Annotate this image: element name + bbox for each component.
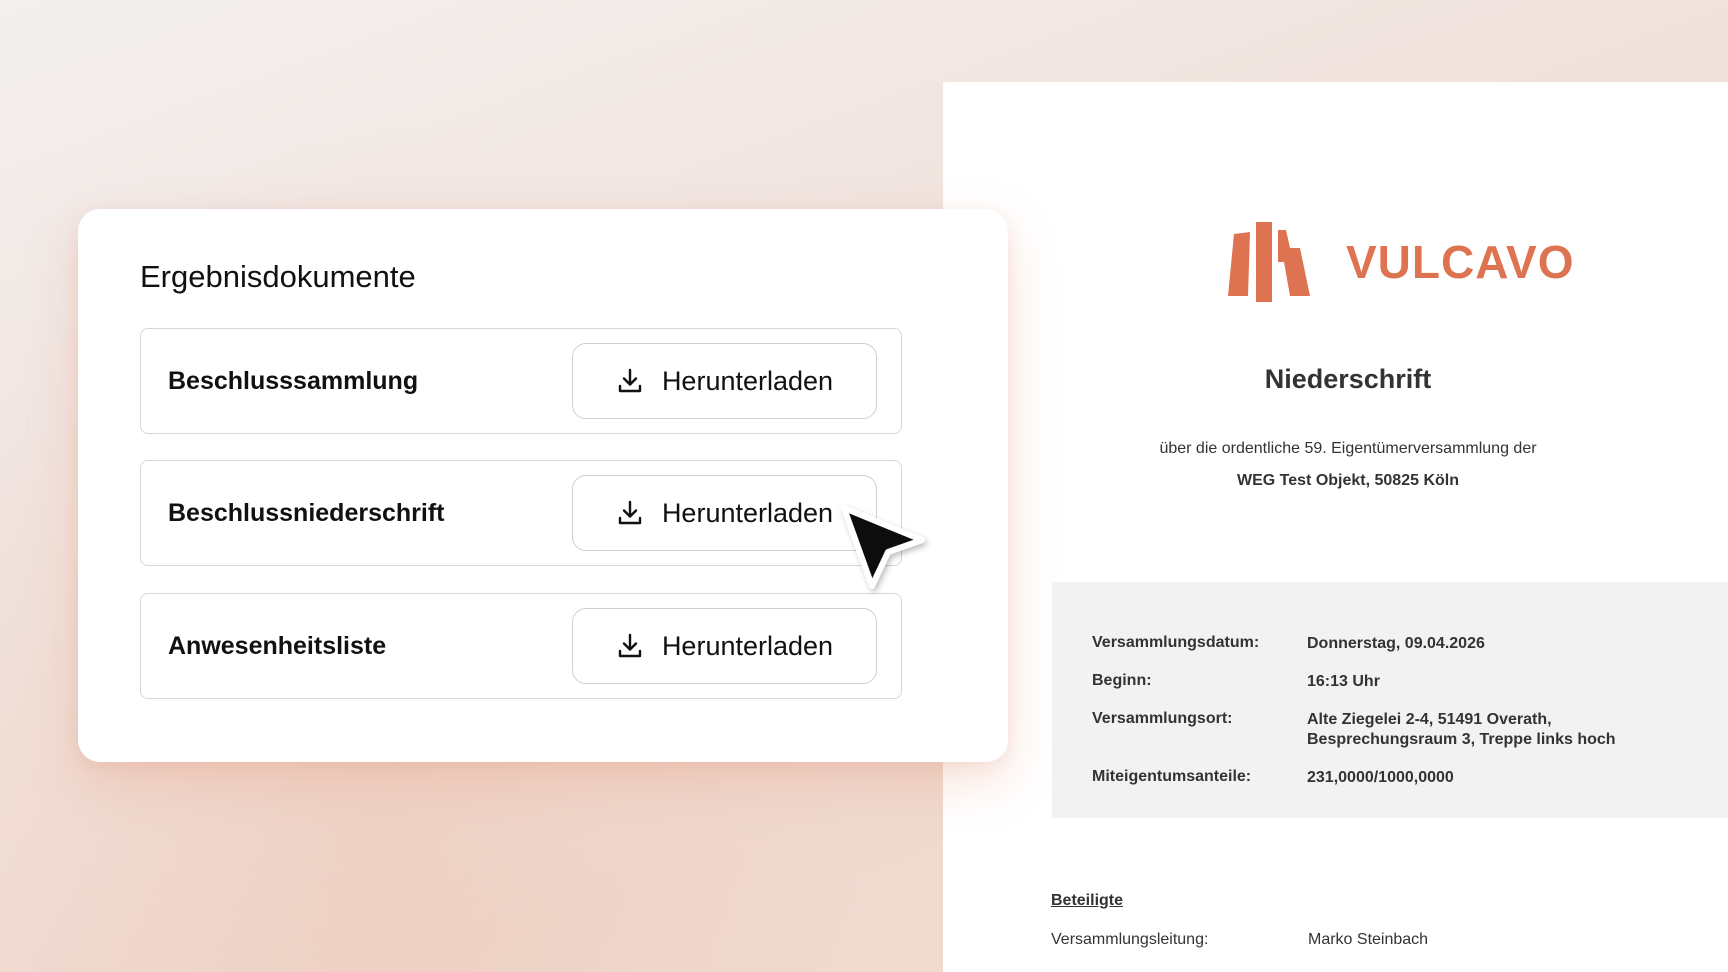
document-intro: über die ordentliche 59. Eigentümerversa… [1159, 440, 1537, 457]
participant-role: Versammlungsleitung: [1051, 931, 1209, 948]
participant-name: Marko Steinbach [1308, 931, 1429, 948]
document-row-anwesenheitsliste: Anwesenheitsliste Herunterladen [140, 593, 902, 699]
section-title-participants: Beteiligte [1051, 892, 1124, 909]
document-row-label: Beschlussniederschrift [168, 499, 445, 527]
arrow-cursor-icon [841, 505, 925, 589]
detail-value: 231,0000/1000,0000 [1307, 769, 1454, 786]
document-title: Niederschrift [1264, 364, 1432, 394]
participant-row: Versammlungsleitung: Marko Steinbach [1051, 931, 1651, 949]
result-documents-card: Ergebnisdokumente Beschlusssammlung Heru… [78, 209, 1008, 762]
download-button[interactable]: Herunterladen [572, 343, 877, 419]
card-title: Ergebnisdokumente [140, 259, 416, 294]
document-row-beschlusssammlung: Beschlusssammlung Herunterladen [140, 328, 902, 434]
detail-value: Donnerstag, 09.04.2026 [1307, 635, 1485, 652]
download-button-label: Herunterladen [661, 630, 834, 661]
detail-value-line2: Besprechungsraum 3, Treppe links hoch [1307, 731, 1616, 748]
detail-value: 16:13 Uhr [1307, 673, 1380, 690]
download-button[interactable]: Herunterladen [572, 475, 877, 551]
detail-key: Miteigentumsanteile: [1092, 768, 1252, 785]
detail-key: Versammlungsort: [1092, 710, 1233, 727]
detail-value: Alte Ziegelei 2-4, 51491 Overath, Bespre… [1307, 710, 1727, 750]
detail-value-line1: Alte Ziegelei 2-4, 51491 Overath, [1307, 711, 1552, 728]
detail-key: Beginn: [1092, 672, 1152, 689]
brand-logo-icon [1228, 222, 1310, 302]
download-button-label: Herunterladen [661, 497, 834, 528]
download-button[interactable]: Herunterladen [572, 608, 877, 684]
download-icon [618, 368, 642, 393]
download-icon [618, 500, 642, 525]
brand-logo: VULCAVO [1228, 222, 1575, 302]
brand-name: VULCAVO [1346, 236, 1575, 288]
document-object: WEG Test Objekt, 50825 Köln [1237, 472, 1459, 489]
download-icon [618, 633, 642, 658]
document-row-label: Beschlusssammlung [168, 367, 419, 395]
download-button-label: Herunterladen [661, 365, 834, 396]
meeting-details: Versammlungsdatum: Donnerstag, 09.04.202… [1052, 582, 1728, 818]
document-row-beschlussniederschrift: Beschlussniederschrift Herunterladen [140, 460, 902, 566]
detail-key: Versammlungsdatum: [1092, 634, 1260, 651]
document-preview: VULCAVO Niederschrift über die ordentlic… [943, 82, 1728, 972]
document-row-label: Anwesenheitsliste [168, 632, 387, 660]
